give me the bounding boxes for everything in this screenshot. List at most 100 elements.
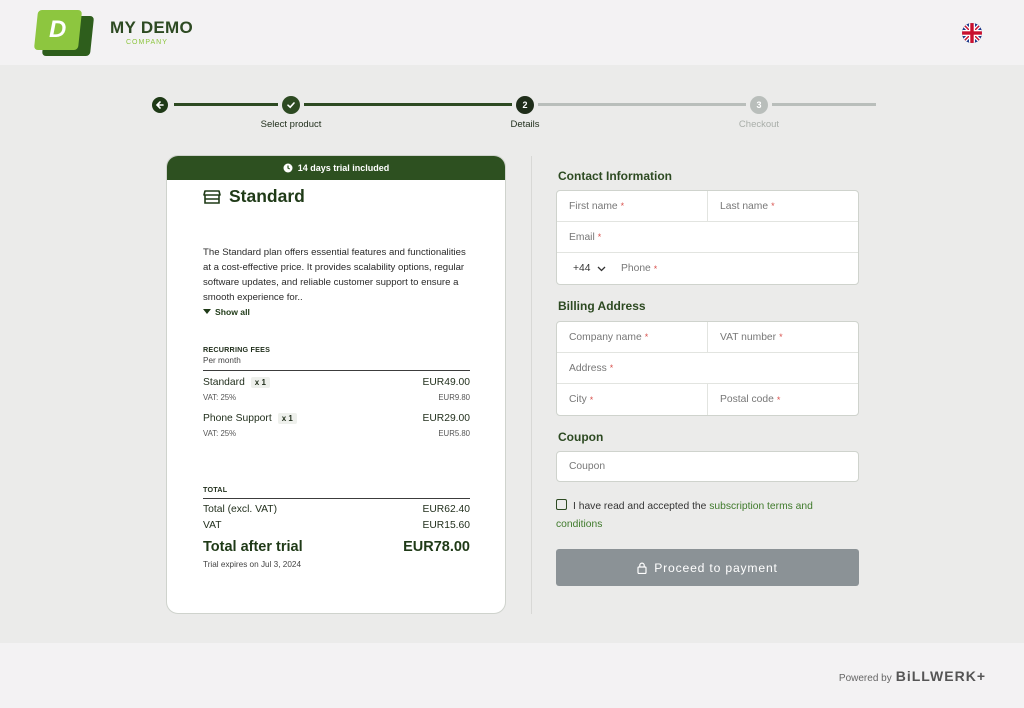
stepper-line-upcoming: [538, 103, 746, 106]
recurring-fees-period: Per month: [203, 356, 241, 365]
plan-description: The Standard plan offers essential featu…: [203, 247, 466, 303]
contact-heading: Contact Information: [558, 169, 672, 183]
total-excl-vat-amount: EUR62.40: [422, 504, 470, 515]
powered-by[interactable]: Powered by BiLLWERK+: [839, 668, 986, 684]
terms-checkbox[interactable]: [556, 499, 567, 510]
total-after-trial-amount: EUR78.00: [403, 539, 470, 555]
brand-name: MY DEMO: [110, 18, 194, 37]
email-row: Email *: [557, 222, 858, 253]
company-logo[interactable]: D: [33, 10, 95, 56]
step-number: 2: [522, 100, 528, 110]
phone-field[interactable]: Phone *: [611, 253, 858, 284]
vat-number-placeholder: VAT number: [720, 331, 777, 343]
company-name-field[interactable]: Company name *: [557, 322, 707, 352]
fee-price: EUR29.00: [422, 413, 470, 424]
header: D MY DEMO COMPANY: [0, 0, 1024, 65]
coupon-field[interactable]: Coupon: [556, 451, 859, 482]
step-select-product[interactable]: [282, 96, 300, 114]
fee-vat-amount: EUR5.80: [438, 429, 470, 438]
vat-amount: EUR15.60: [422, 520, 470, 531]
step-label-select-product[interactable]: Select product: [261, 119, 322, 130]
required-mark: *: [609, 363, 614, 373]
back-arrow-icon[interactable]: [152, 97, 168, 113]
store-icon: [203, 189, 221, 204]
clock-icon: [283, 163, 293, 173]
city-row: City * Postal code *: [557, 384, 858, 415]
fee-name: Standard: [203, 377, 245, 388]
terms-consent: I have read and accepted the subscriptio…: [556, 498, 856, 534]
fee-name: Phone Support: [203, 413, 272, 424]
fee-qty: x 1: [250, 377, 270, 388]
step-checkout: 3: [750, 96, 768, 114]
required-mark: *: [779, 332, 783, 342]
trial-expiry-text: Trial expires on Jul 3, 2024: [203, 560, 301, 569]
plan-summary-card: 14 days trial included Standard The Stan…: [166, 155, 506, 614]
fee-row: Standard x 1 EUR49.00: [203, 377, 470, 388]
last-name-field[interactable]: Last name *: [707, 191, 858, 221]
required-mark: *: [597, 232, 602, 242]
fee-item-name: Standard x 1: [203, 377, 270, 388]
city-placeholder: City: [569, 394, 587, 405]
country-code-value: +44: [573, 263, 591, 274]
lock-icon: [637, 562, 647, 574]
divider: [203, 370, 470, 371]
powered-by-text: Powered by: [838, 673, 892, 684]
trial-banner-text: 14 days trial included: [297, 163, 390, 173]
coupon-placeholder: Coupon: [569, 461, 606, 472]
show-all-toggle[interactable]: Show all: [203, 307, 250, 317]
address-field[interactable]: Address *: [557, 353, 858, 383]
address-row: Address *: [557, 353, 858, 384]
divider: [203, 498, 470, 499]
uk-flag-icon[interactable]: [962, 23, 982, 43]
fee-vat-label: VAT: 25%: [203, 429, 237, 438]
step-number: 3: [756, 100, 762, 110]
plan-title: Standard: [203, 186, 305, 207]
first-name-field[interactable]: First name *: [557, 191, 707, 221]
fee-item-name: Phone Support x 1: [203, 413, 297, 424]
fee-vat-row: VAT: 25% EUR9.80: [203, 393, 470, 402]
required-mark: *: [776, 394, 781, 405]
first-name-placeholder: First name: [569, 200, 618, 212]
country-code-select[interactable]: +44: [557, 253, 611, 284]
billwerk-logo: BiLLWERK+: [895, 668, 986, 684]
billing-heading: Billing Address: [558, 299, 646, 313]
chevron-down-icon: [598, 266, 606, 271]
fee-vat-amount: EUR9.80: [438, 393, 470, 402]
step-details: 2: [516, 96, 534, 114]
address-placeholder: Address: [569, 362, 607, 374]
proceed-to-payment-label: Proceed to payment: [654, 560, 778, 575]
required-mark: *: [653, 263, 658, 274]
postal-code-field[interactable]: Postal code *: [707, 384, 858, 415]
trial-banner: 14 days trial included: [167, 156, 505, 180]
plan-name: Standard: [229, 186, 305, 206]
proceed-to-payment-button[interactable]: Proceed to payment: [556, 549, 859, 586]
terms-text: I have read and accepted the: [573, 501, 710, 512]
stepper-line-done: [304, 103, 512, 106]
total-excl-vat-label: Total (excl. VAT): [203, 504, 277, 515]
total-after-trial-label: Total after trial: [203, 539, 303, 555]
company-row: Company name * VAT number *: [557, 322, 858, 353]
brand-subtitle: COMPANY: [126, 39, 168, 46]
fee-qty: x 1: [277, 413, 297, 424]
caret-down-icon: [203, 309, 211, 314]
coupon-heading: Coupon: [558, 430, 604, 444]
check-icon: [287, 102, 295, 109]
required-mark: *: [620, 201, 625, 211]
logo-letter: D: [49, 16, 67, 43]
billing-fields: Company name * VAT number * Address * City *…: [556, 321, 859, 416]
step-label-checkout: Checkout: [738, 119, 780, 130]
postal-code-placeholder: Postal code: [720, 394, 774, 405]
fee-row: Phone Support x 1 EUR29.00: [203, 413, 470, 424]
footer: Powered by BiLLWERK+: [0, 643, 1024, 708]
total-title: TOTAL: [203, 485, 228, 494]
contact-fields: First name * Last name * Email * +44 Phone *: [556, 190, 859, 285]
required-mark: *: [589, 394, 594, 405]
required-mark: *: [644, 332, 649, 342]
email-field[interactable]: Email *: [557, 222, 858, 252]
fee-vat-row: VAT: 25% EUR5.80: [203, 429, 470, 438]
vat-number-field[interactable]: VAT number *: [707, 322, 858, 352]
fee-vat-label: VAT: 25%: [203, 393, 237, 402]
email-placeholder: Email: [569, 231, 595, 243]
city-field[interactable]: City *: [557, 384, 707, 415]
vat-row: VAT EUR15.60: [203, 520, 470, 531]
